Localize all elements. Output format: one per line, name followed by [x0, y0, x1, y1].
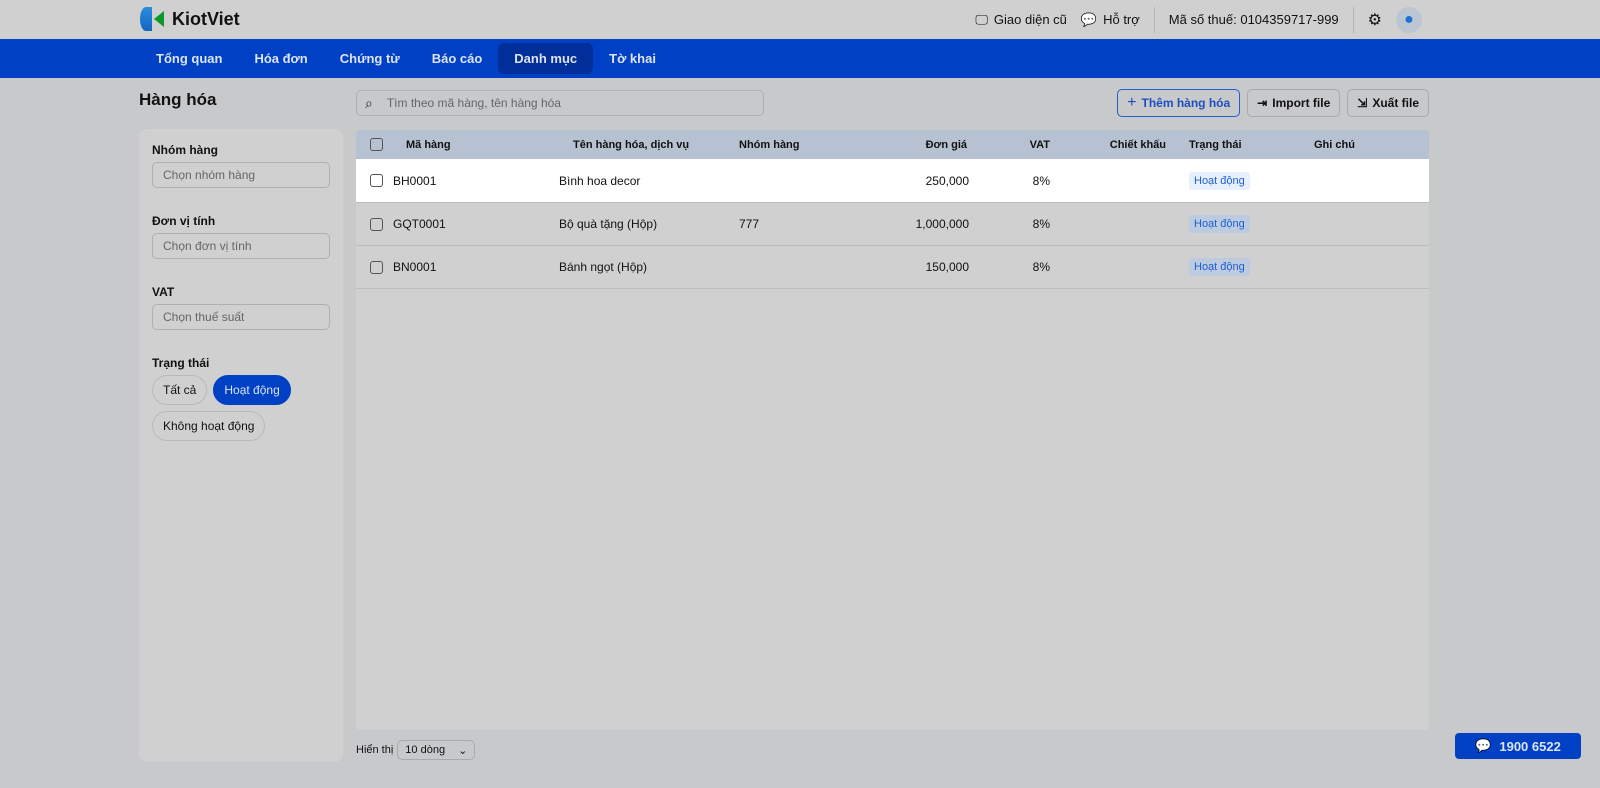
- status-badge: Hoạt động: [1189, 215, 1250, 233]
- cell-vat: 8%: [1032, 260, 1050, 274]
- export-label: Xuất file: [1372, 96, 1419, 110]
- status-badge: Hoạt động: [1189, 258, 1250, 276]
- table-header: Mã hàng Tên hàng hóa, dịch vụ Nhóm hàng …: [356, 130, 1429, 159]
- group-select[interactable]: Chọn nhóm hàng: [152, 162, 330, 188]
- table-row[interactable]: BH0001 Bình hoa decor 250,000 8% Hoạt độ…: [356, 159, 1429, 203]
- group-label: Nhóm hàng: [152, 143, 218, 157]
- col-status[interactable]: Trạng thái: [1189, 139, 1242, 151]
- search-input[interactable]: ⌕ Tìm theo mã hàng, tên hàng hóa: [356, 90, 764, 116]
- support-label: Hỗ trợ: [1103, 11, 1140, 27]
- page-size-value: 10 dòng: [405, 744, 446, 756]
- table-row[interactable]: BN0001 Bánh ngọt (Hộp) 150,000 8% Hoạt đ…: [356, 246, 1429, 289]
- cell-vat: 8%: [1032, 173, 1050, 188]
- status-active-chip[interactable]: Hoạt động: [213, 375, 291, 405]
- brand-name: KiotViet: [172, 8, 240, 29]
- old-ui-label: Giao diện cũ: [993, 11, 1067, 27]
- tax-id: Mã số thuế: 0104359717-999: [1168, 12, 1339, 27]
- col-name[interactable]: Tên hàng hóa, dịch vụ: [573, 139, 689, 151]
- table-row[interactable]: GQT0001 Bộ quà tặng (Hộp) 777 1,000,000 …: [356, 203, 1429, 246]
- nav-bao-cao[interactable]: Báo cáo: [416, 43, 499, 74]
- select-all-checkbox[interactable]: [370, 138, 383, 151]
- cell-name: Bánh ngọt (Hộp): [559, 260, 648, 274]
- col-vat[interactable]: VAT: [1030, 139, 1050, 151]
- nav-tong-quan[interactable]: Tổng quan: [140, 43, 238, 74]
- col-code[interactable]: Mã hàng: [406, 139, 451, 151]
- cell-name: Bình hoa decor: [559, 173, 641, 188]
- search-placeholder: Tìm theo mã hàng, tên hàng hóa: [386, 96, 561, 110]
- row-checkbox[interactable]: [370, 174, 383, 187]
- col-discount[interactable]: Chiết khấu: [1110, 139, 1166, 151]
- vat-label: VAT: [152, 285, 175, 299]
- import-label: Import file: [1272, 96, 1331, 110]
- product-table: Mã hàng Tên hàng hóa, dịch vụ Nhóm hàng …: [356, 130, 1429, 730]
- chevron-down-icon: ⌄: [458, 745, 468, 757]
- chat-icon: 💬: [1475, 738, 1492, 753]
- page-size-select[interactable]: 10 dòng ⌄: [397, 740, 476, 760]
- status-all-chip[interactable]: Tất cả: [152, 375, 208, 405]
- unit-select[interactable]: Chọn đơn vị tính: [152, 233, 330, 259]
- divider: [1153, 6, 1155, 33]
- gear-icon[interactable]: ⚙: [1368, 10, 1382, 30]
- add-label: Thêm hàng hóa: [1141, 96, 1231, 110]
- old-ui-link[interactable]: 🖵 Giao diện cũ: [975, 12, 1067, 28]
- export-button[interactable]: ⇲ Xuất file: [1347, 89, 1429, 117]
- search-icon: ⌕: [365, 94, 373, 111]
- cell-price: 250,000: [925, 173, 969, 188]
- nav-hoa-don[interactable]: Hóa đơn: [238, 43, 323, 74]
- vat-select[interactable]: Chọn thuế suất: [152, 304, 330, 330]
- status-badge: Hoạt động: [1189, 171, 1250, 190]
- support-link[interactable]: 💬 Hỗ trợ: [1081, 12, 1140, 28]
- status-label: Trạng thái: [152, 356, 210, 370]
- cell-code: GQT0001: [393, 217, 446, 231]
- status-inactive-chip[interactable]: Không hoạt động: [152, 411, 266, 441]
- divider: [1352, 6, 1354, 33]
- col-price[interactable]: Đơn giá: [926, 139, 967, 151]
- row-checkbox[interactable]: [370, 260, 383, 274]
- filter-panel: Nhóm hàng Chọn nhóm hàng Đơn vị tính Chọ…: [139, 129, 343, 762]
- monitor-icon: 🖵: [975, 11, 988, 27]
- avatar[interactable]: ●: [1396, 6, 1422, 33]
- logo-mark-icon: [140, 7, 152, 31]
- cell-code: BN0001: [393, 260, 437, 274]
- nav-danh-muc[interactable]: Danh mục: [498, 43, 594, 74]
- nav-chung-tu[interactable]: Chứng từ: [324, 43, 416, 74]
- import-button[interactable]: ⇥ Import file: [1247, 89, 1341, 117]
- plus-icon: +: [1127, 94, 1137, 111]
- page-size-label: Hiển thị: [356, 744, 394, 756]
- cell-name: Bộ quà tặng (Hộp): [559, 217, 658, 231]
- unit-label: Đơn vị tính: [152, 214, 216, 228]
- export-icon: ⇲: [1357, 96, 1368, 110]
- top-bar: KiotViet 🖵 Giao diện cũ 💬 Hỗ trợ Mã số thu…: [0, 0, 1600, 39]
- hotline-number: 1900 6522: [1499, 738, 1561, 754]
- col-group[interactable]: Nhóm hàng: [739, 139, 800, 151]
- main-nav: Tổng quan Hóa đơn Chứng từ Báo cáo Danh …: [0, 39, 1600, 78]
- add-product-button[interactable]: + Thêm hàng hóa: [1117, 89, 1241, 117]
- nav-to-khai[interactable]: Tờ khai: [593, 43, 672, 74]
- row-checkbox[interactable]: [370, 217, 383, 231]
- cell-vat: 8%: [1032, 217, 1050, 231]
- chat-icon: 💬: [1080, 11, 1098, 27]
- cell-code: BH0001: [393, 173, 437, 188]
- col-note[interactable]: Ghi chú: [1314, 139, 1355, 151]
- cell-group: 777: [739, 217, 760, 231]
- hotline-button[interactable]: 💬 1900 6522: [1455, 733, 1581, 759]
- import-icon: ⇥: [1257, 96, 1268, 110]
- cell-price: 1,000,000: [915, 217, 969, 231]
- logo-arrow-icon: [154, 11, 164, 27]
- page-title: Hàng hóa: [139, 90, 217, 109]
- cell-price: 150,000: [925, 260, 969, 274]
- logo[interactable]: KiotViet: [140, 7, 240, 31]
